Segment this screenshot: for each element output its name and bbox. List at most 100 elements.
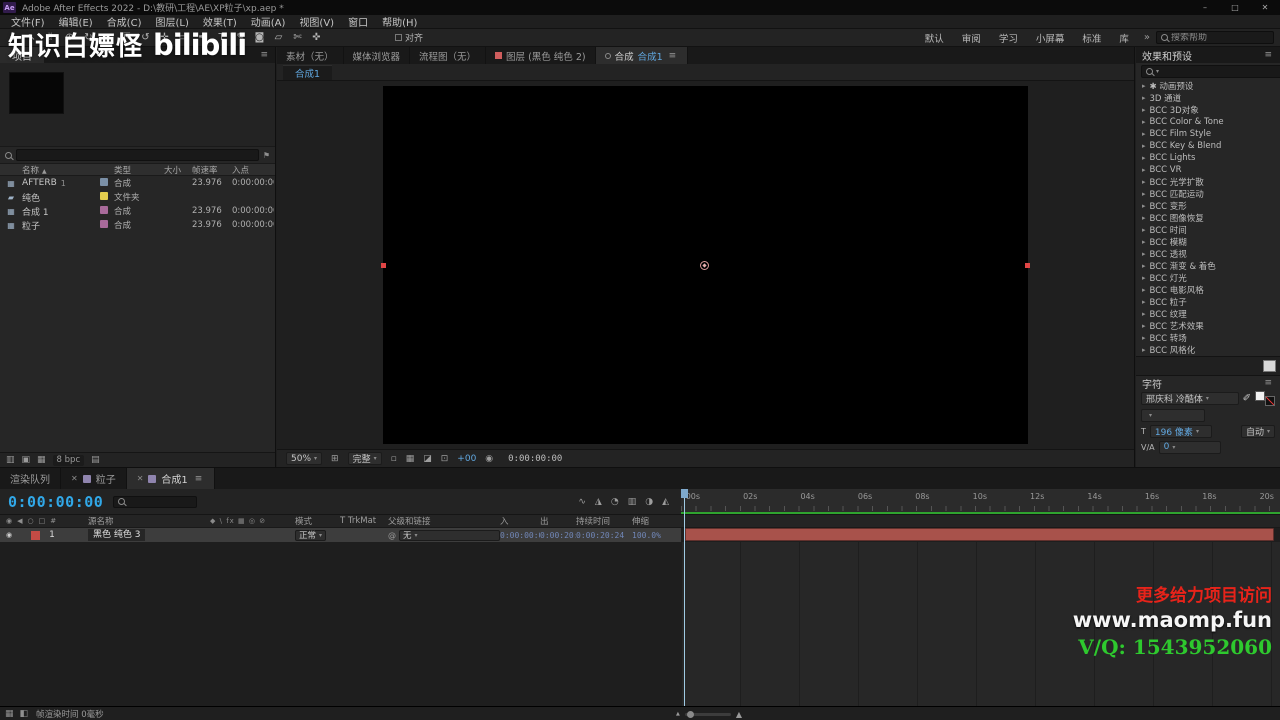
column-name[interactable]: 名称 ▲ bbox=[20, 164, 98, 176]
quality-icon[interactable]: ∿ bbox=[578, 497, 586, 507]
font-family-select[interactable]: 邢庆科 冷酷体 ▾ bbox=[1141, 391, 1239, 405]
tracking-select[interactable]: 0 ▾ bbox=[1158, 440, 1221, 454]
mask-visibility-icon[interactable]: ◪ bbox=[423, 454, 432, 464]
panel-menu-icon[interactable]: ≡ bbox=[1262, 50, 1274, 60]
font-size-select[interactable]: 196 像素 ▾ bbox=[1149, 424, 1212, 438]
interpret-footage-icon[interactable]: ▥ bbox=[6, 455, 15, 465]
expand-arrow-icon[interactable]: ▸ bbox=[1142, 82, 1146, 90]
effects-category-row[interactable]: ▸ BCC Color & Tone bbox=[1136, 116, 1280, 128]
draft-3d-icon[interactable]: ◮ bbox=[595, 497, 602, 507]
puppet-pin-tool-icon[interactable]: ✜ bbox=[308, 32, 325, 43]
workspace-item[interactable]: 库 bbox=[1110, 31, 1138, 45]
comp-mini-tab[interactable]: 合成1 bbox=[283, 64, 333, 80]
layer-handle-left[interactable] bbox=[381, 263, 386, 268]
effects-category-row[interactable]: ▸ BCC 模糊 bbox=[1136, 236, 1280, 248]
timeline-search-input[interactable] bbox=[128, 496, 193, 507]
workspace-overflow-icon[interactable]: » bbox=[1144, 32, 1150, 43]
label-color-swatch[interactable] bbox=[100, 205, 108, 214]
column-framerate[interactable]: 帧速率 bbox=[190, 164, 230, 176]
tab-footage[interactable]: 素材（无） bbox=[277, 47, 344, 64]
column-parent[interactable]: 父级和链接 bbox=[388, 515, 500, 527]
column-duration[interactable]: 持续时间 bbox=[576, 515, 632, 527]
kerning-mode-select[interactable]: 自动 ▾ bbox=[1240, 424, 1275, 438]
expand-arrow-icon[interactable]: ▸ bbox=[1142, 214, 1146, 222]
workspace-item[interactable]: 小屏幕 bbox=[1027, 31, 1074, 45]
zoom-in-mountain-icon[interactable]: ▲ bbox=[736, 710, 742, 719]
expand-arrow-icon[interactable]: ▸ bbox=[1142, 310, 1146, 318]
label-color-swatch[interactable] bbox=[100, 219, 108, 228]
expand-arrow-icon[interactable]: ▸ bbox=[1142, 178, 1146, 186]
bit-depth-label[interactable]: 8 bpc bbox=[52, 454, 85, 466]
layer-duration[interactable]: 0:00:20:24 bbox=[576, 531, 632, 540]
sort-asc-icon[interactable]: ▲ bbox=[42, 168, 47, 175]
playhead[interactable] bbox=[681, 489, 688, 706]
effects-category-row[interactable]: ▸ BCC 转场 bbox=[1136, 332, 1280, 344]
column-type[interactable]: 类型 bbox=[112, 164, 162, 176]
new-composition-icon[interactable]: ▦ bbox=[37, 455, 46, 465]
project-search-input[interactable] bbox=[16, 149, 259, 161]
exposure-reset[interactable]: +00 bbox=[457, 454, 476, 464]
snapshot-icon[interactable]: ◉ bbox=[485, 454, 493, 464]
tab-timeline-particle[interactable]: ✕ 粒子 bbox=[61, 468, 127, 489]
effects-category-row[interactable]: ▸ BCC VR bbox=[1136, 164, 1280, 176]
column-stretch[interactable]: 伸缩 bbox=[632, 515, 681, 527]
menu-item[interactable]: 窗口 bbox=[341, 14, 375, 29]
frame-blending-icon[interactable]: ▥ bbox=[628, 497, 637, 507]
panel-thumbnail-icon[interactable] bbox=[1263, 360, 1276, 372]
parent-select[interactable]: 无 ▾ bbox=[399, 529, 500, 541]
close-button[interactable]: ✕ bbox=[1250, 0, 1280, 15]
expand-arrow-icon[interactable]: ▸ bbox=[1142, 94, 1146, 102]
effects-category-row[interactable]: ▸ BCC 纹理 bbox=[1136, 308, 1280, 320]
timeline-search[interactable] bbox=[113, 495, 198, 508]
panel-menu-icon[interactable]: ≡ bbox=[1262, 378, 1274, 388]
effects-category-row[interactable]: ▸ BCC 时间 bbox=[1136, 224, 1280, 236]
label-color-swatch[interactable] bbox=[100, 177, 108, 186]
zoom-out-mountain-icon[interactable]: ▲ bbox=[676, 711, 680, 717]
timeline-zoom-slider[interactable] bbox=[684, 710, 731, 718]
expand-arrow-icon[interactable]: ▸ bbox=[1142, 154, 1146, 162]
effects-search-input[interactable] bbox=[1162, 66, 1280, 77]
expand-arrow-icon[interactable]: ▸ bbox=[1142, 166, 1146, 174]
expand-arrow-icon[interactable]: ▸ bbox=[1142, 130, 1146, 138]
snap-checkbox[interactable] bbox=[395, 34, 402, 41]
expand-arrow-icon[interactable]: ▸ bbox=[1142, 346, 1146, 354]
layer-row[interactable]: ◉ 1 黑色 纯色 3 正常▾ @ 无▾ 0:00:00:00 0:00:20:… bbox=[0, 528, 681, 542]
expand-arrow-icon[interactable]: ▸ bbox=[1142, 238, 1146, 246]
layer-stretch[interactable]: 100.0% bbox=[632, 531, 681, 540]
help-search[interactable] bbox=[1156, 31, 1274, 44]
effects-category-row[interactable]: ▸ BCC 匹配运动 bbox=[1136, 188, 1280, 200]
layer-visibility-toggle[interactable]: ◉ bbox=[6, 531, 12, 539]
composition-canvas[interactable] bbox=[381, 86, 1030, 444]
workspace-item[interactable]: 学习 bbox=[990, 31, 1027, 45]
eyedropper-icon[interactable]: ✐ bbox=[1243, 393, 1251, 404]
panel-menu-icon[interactable]: ≡ bbox=[258, 50, 270, 60]
effects-category-row[interactable]: ▸ BCC 艺术效果 bbox=[1136, 320, 1280, 332]
column-trkmat[interactable]: T TrkMat bbox=[340, 516, 388, 526]
project-item-row[interactable]: ▦ 合成 1 合成 23.976 0:00:00:00 bbox=[0, 204, 275, 218]
gpu-info-icon[interactable]: ▦ bbox=[5, 709, 14, 719]
effects-category-row[interactable]: ▸ BCC 渐变 & 着色 bbox=[1136, 260, 1280, 272]
expand-arrow-icon[interactable]: ▸ bbox=[1142, 202, 1146, 210]
tab-render-queue[interactable]: 渲染队列 bbox=[0, 468, 61, 489]
roi-icon[interactable]: ▫ bbox=[391, 454, 397, 464]
snap-toggle[interactable]: 对齐 bbox=[395, 31, 423, 44]
expand-arrow-icon[interactable]: ▸ bbox=[1142, 190, 1146, 198]
expand-arrow-icon[interactable]: ▸ bbox=[1142, 286, 1146, 294]
minimize-button[interactable]: – bbox=[1190, 0, 1220, 15]
blend-mode-select[interactable]: 正常 ▾ bbox=[295, 529, 327, 541]
layer-handle-right[interactable] bbox=[1025, 263, 1030, 268]
menu-item[interactable]: 动画(A) bbox=[244, 14, 293, 29]
effects-category-row[interactable]: ▸ BCC 电影风格 bbox=[1136, 284, 1280, 296]
expand-arrow-icon[interactable]: ▸ bbox=[1142, 274, 1146, 282]
current-time-display[interactable]: 0:00:00:00 bbox=[8, 493, 103, 511]
close-tab-icon[interactable]: ✕ bbox=[71, 474, 78, 483]
expand-arrow-icon[interactable]: ▸ bbox=[1142, 262, 1146, 270]
project-item-row[interactable]: ▦ 粒子 合成 23.976 0:00:00:00 bbox=[0, 218, 275, 232]
stroke-color-swatch[interactable] bbox=[1265, 395, 1275, 406]
layer-out-time[interactable]: 0:00:20:23 bbox=[540, 531, 576, 540]
workspace-item[interactable]: 默认 bbox=[916, 31, 953, 45]
expand-arrow-icon[interactable]: ▸ bbox=[1142, 250, 1146, 258]
clone-stamp-tool-icon[interactable]: ◙ bbox=[251, 32, 268, 43]
layer-label-swatch[interactable] bbox=[31, 530, 41, 540]
column-size[interactable]: 大小 bbox=[162, 164, 190, 176]
